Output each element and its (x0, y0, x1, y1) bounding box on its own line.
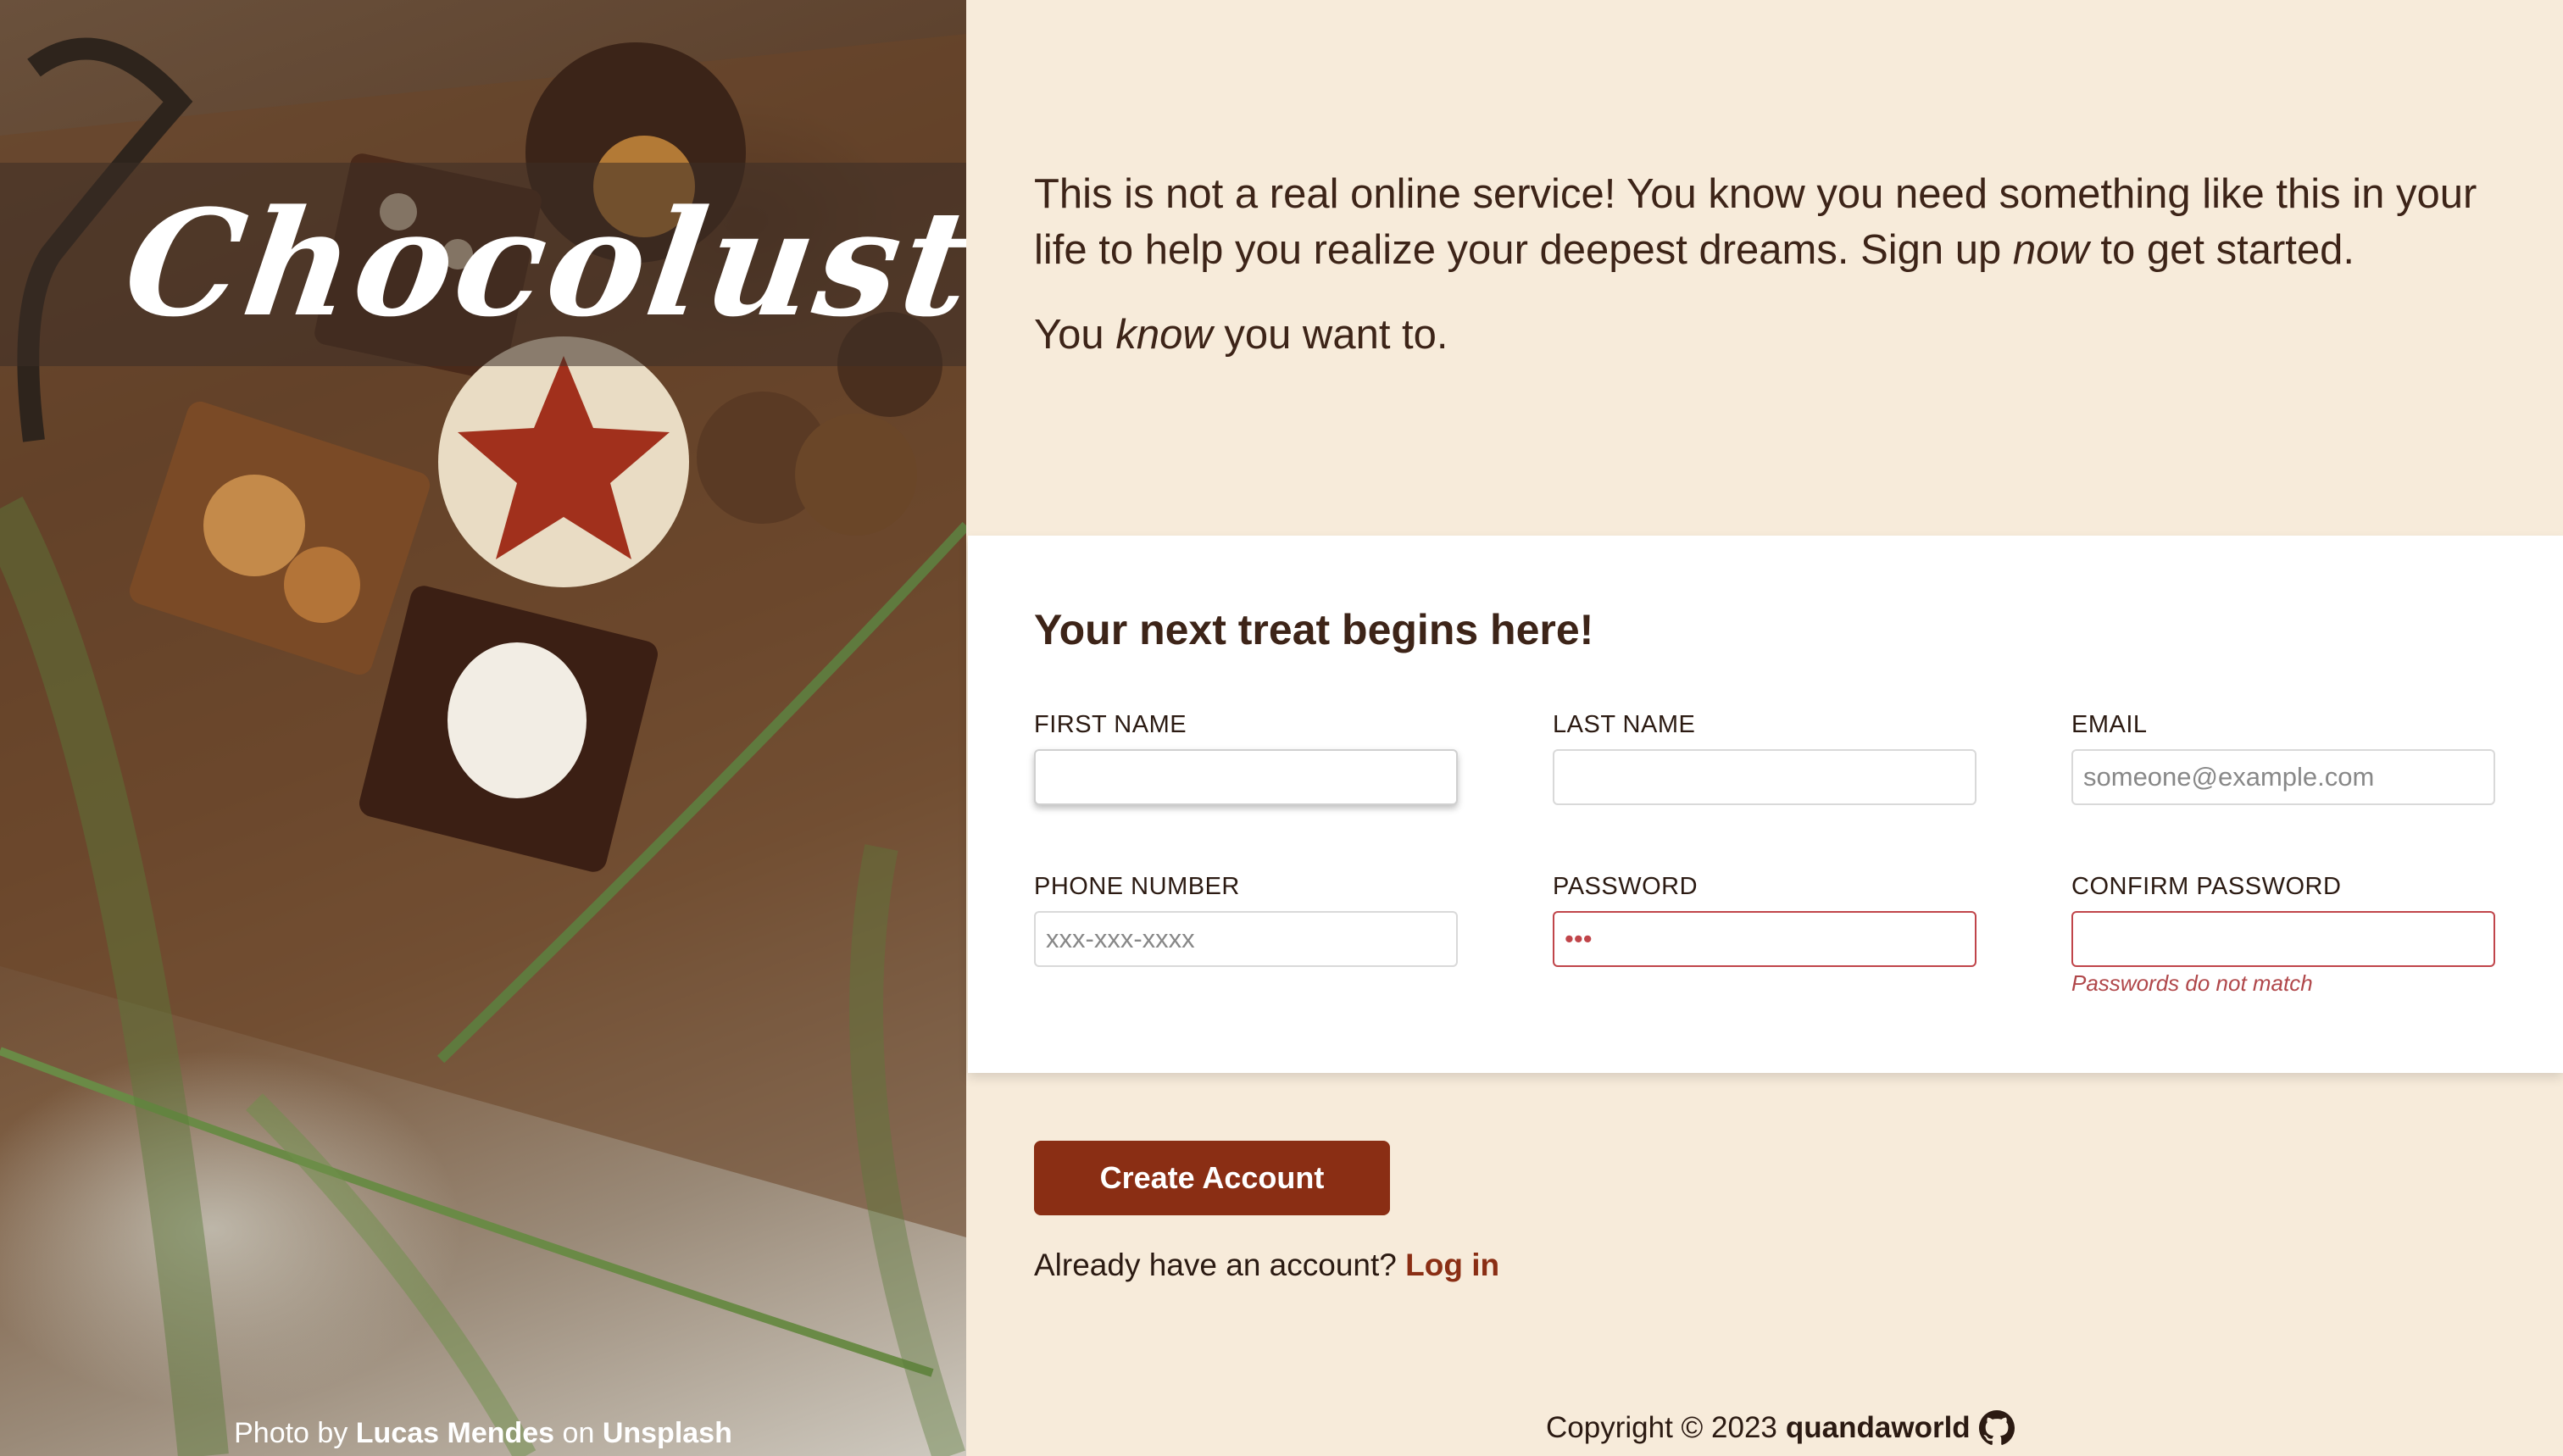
intro: This is not a real online service! You k… (1034, 166, 2509, 392)
confirm-password-field: CONFIRM PASSWORD Passwords do not match (2071, 872, 2495, 997)
credit-author-link[interactable]: Lucas Mendes (356, 1417, 554, 1449)
password-label: PASSWORD (1553, 873, 1698, 900)
email-label: EMAIL (2071, 711, 2148, 738)
login-link[interactable]: Log in (1405, 1248, 1499, 1282)
login-prompt-text: Already have an account? (1034, 1248, 1397, 1282)
logo: Chocolust (114, 177, 966, 349)
author-link[interactable]: quandaworld (1786, 1411, 1971, 1445)
email-field: EMAIL (2071, 710, 2495, 805)
phone-field: PHONE NUMBER (1034, 872, 1458, 967)
password-error-message: Passwords do not match (2071, 970, 2313, 996)
last-name-input[interactable] (1553, 749, 1976, 805)
signup-form: Your next treat begins here! FIRST NAME … (968, 536, 2563, 1073)
copyright-text: Copyright © 2023 (1546, 1411, 1777, 1444)
create-account-button[interactable]: Create Account (1034, 1141, 1390, 1215)
password-field: PASSWORD (1553, 872, 1976, 967)
login-prompt: Already have an account? Log in (1034, 1248, 1499, 1283)
password-input[interactable] (1553, 911, 1976, 967)
email-input[interactable] (2071, 749, 2495, 805)
phone-input[interactable] (1034, 911, 1458, 967)
first-name-label: FIRST NAME (1034, 711, 1187, 738)
phone-label: PHONE NUMBER (1034, 873, 1240, 900)
first-name-input[interactable] (1034, 749, 1458, 805)
confirm-password-label: CONFIRM PASSWORD (2071, 873, 2342, 900)
form-heading: Your next treat begins here! (1034, 606, 1594, 653)
last-name-field: LAST NAME (1553, 710, 1976, 805)
hero-photo: Chocolust Photo by Lucas Mendes on Unspl… (0, 0, 966, 1456)
photo-credit: Photo by Lucas Mendes on Unsplash (0, 1417, 966, 1450)
credit-site-link[interactable]: Unsplash (603, 1417, 732, 1449)
confirm-password-input[interactable] (2071, 911, 2495, 967)
github-icon[interactable] (1978, 1410, 2015, 1446)
intro-paragraph-1: This is not a real online service! You k… (1034, 171, 2477, 273)
last-name-label: LAST NAME (1553, 711, 1696, 738)
credit-mid: on (562, 1417, 595, 1449)
footer: Copyright © 2023 quandaworld (1546, 1410, 2015, 1446)
first-name-field: FIRST NAME (1034, 710, 1458, 805)
intro-paragraph-2: You know you want to. (1034, 312, 1448, 358)
credit-prefix: Photo by (234, 1417, 348, 1449)
